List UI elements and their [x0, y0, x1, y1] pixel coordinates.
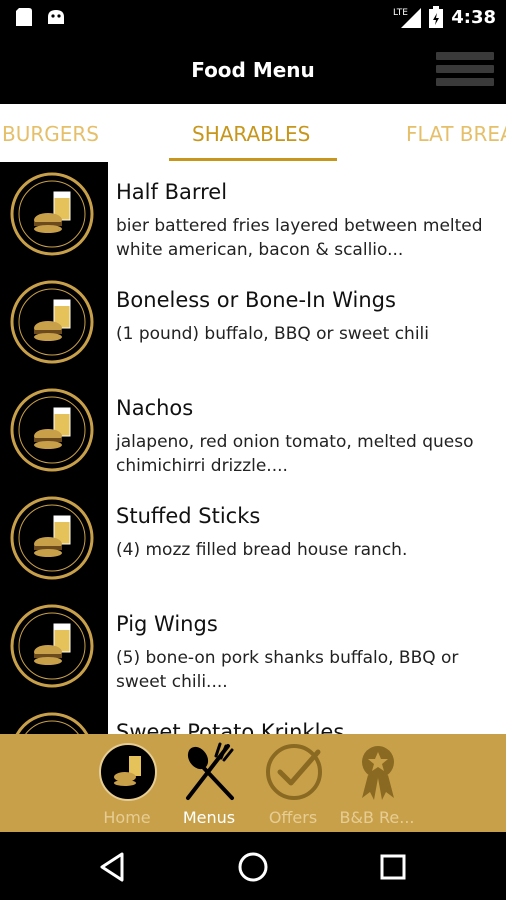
item-description: jalapeno, red onion tomato, melted queso…	[116, 432, 474, 476]
status-bar: LTE 4:38	[0, 0, 506, 36]
menu-icon[interactable]	[436, 52, 494, 90]
logo-icon	[99, 743, 157, 801]
item-name: Boneless or Bone-In Wings	[116, 288, 396, 312]
bier-burger-logo-icon	[10, 496, 94, 580]
category-tabs: BURGERS SHARABLES FLAT BREA	[0, 104, 506, 162]
bier-burger-logo-icon	[10, 604, 94, 688]
item-name: Pig Wings	[116, 612, 218, 636]
list-item[interactable]: Boneless or Bone-In Wings (1 pound) buff…	[0, 270, 506, 378]
bier-burger-logo-icon	[10, 280, 94, 364]
item-name: Half Barrel	[116, 180, 228, 204]
back-icon[interactable]	[96, 850, 130, 884]
nav-rewards[interactable]: B&B Re...	[334, 734, 420, 832]
lte-signal-icon: LTE	[393, 8, 422, 28]
award-ribbon-icon	[362, 746, 394, 800]
sd-card-icon	[16, 8, 32, 26]
tab-burgers[interactable]: BURGERS	[2, 122, 99, 146]
nav-label: B&B Re...	[339, 808, 415, 827]
item-description: bier battered fries layered between melt…	[116, 216, 483, 260]
android-icon	[48, 10, 64, 24]
item-name: Nachos	[116, 396, 194, 420]
svg-text:LTE: LTE	[393, 8, 408, 18]
page-title: Food Menu	[191, 58, 315, 82]
bier-burger-logo-icon	[10, 172, 94, 256]
home-circle-icon[interactable]	[236, 850, 270, 884]
list-item[interactable]: Nachos jalapeno, red onion tomato, melte…	[0, 378, 506, 486]
system-nav-bar	[0, 832, 506, 900]
clock: 4:38	[451, 6, 496, 28]
app-bar: Food Menu	[0, 36, 506, 104]
item-description: (4) mozz filled bread house ranch.	[116, 540, 408, 560]
item-name: Stuffed Sticks	[116, 504, 261, 528]
list-item[interactable]: Sweet Potato Krinkles	[0, 702, 506, 734]
list-item[interactable]: Half Barrel bier battered fries layered …	[0, 162, 506, 270]
fork-spoon-icon	[186, 742, 234, 800]
item-description: (5) bone-on pork shanks buffalo, BBQ or …	[116, 648, 459, 692]
check-circle-icon	[266, 744, 322, 800]
battery-icon	[429, 6, 444, 28]
list-item[interactable]: Pig Wings (5) bone-on pork shanks buffal…	[0, 594, 506, 702]
active-tab-indicator	[169, 158, 337, 161]
bottom-nav: Home Menus Offers B&B Re...	[0, 734, 506, 832]
tab-flat-bread[interactable]: FLAT BREA	[406, 122, 506, 146]
tab-sharables[interactable]: SHARABLES	[192, 122, 310, 146]
item-name: Sweet Potato Krinkles	[116, 720, 345, 734]
list-item[interactable]: Stuffed Sticks (4) mozz filled bread hou…	[0, 486, 506, 594]
recents-icon[interactable]	[376, 850, 410, 884]
bier-burger-logo-icon	[10, 388, 94, 472]
menu-list[interactable]: Half Barrel bier battered fries layered …	[0, 162, 506, 734]
item-description: (1 pound) buffalo, BBQ or sweet chili	[116, 324, 429, 344]
bier-burger-logo-icon	[15, 712, 89, 734]
